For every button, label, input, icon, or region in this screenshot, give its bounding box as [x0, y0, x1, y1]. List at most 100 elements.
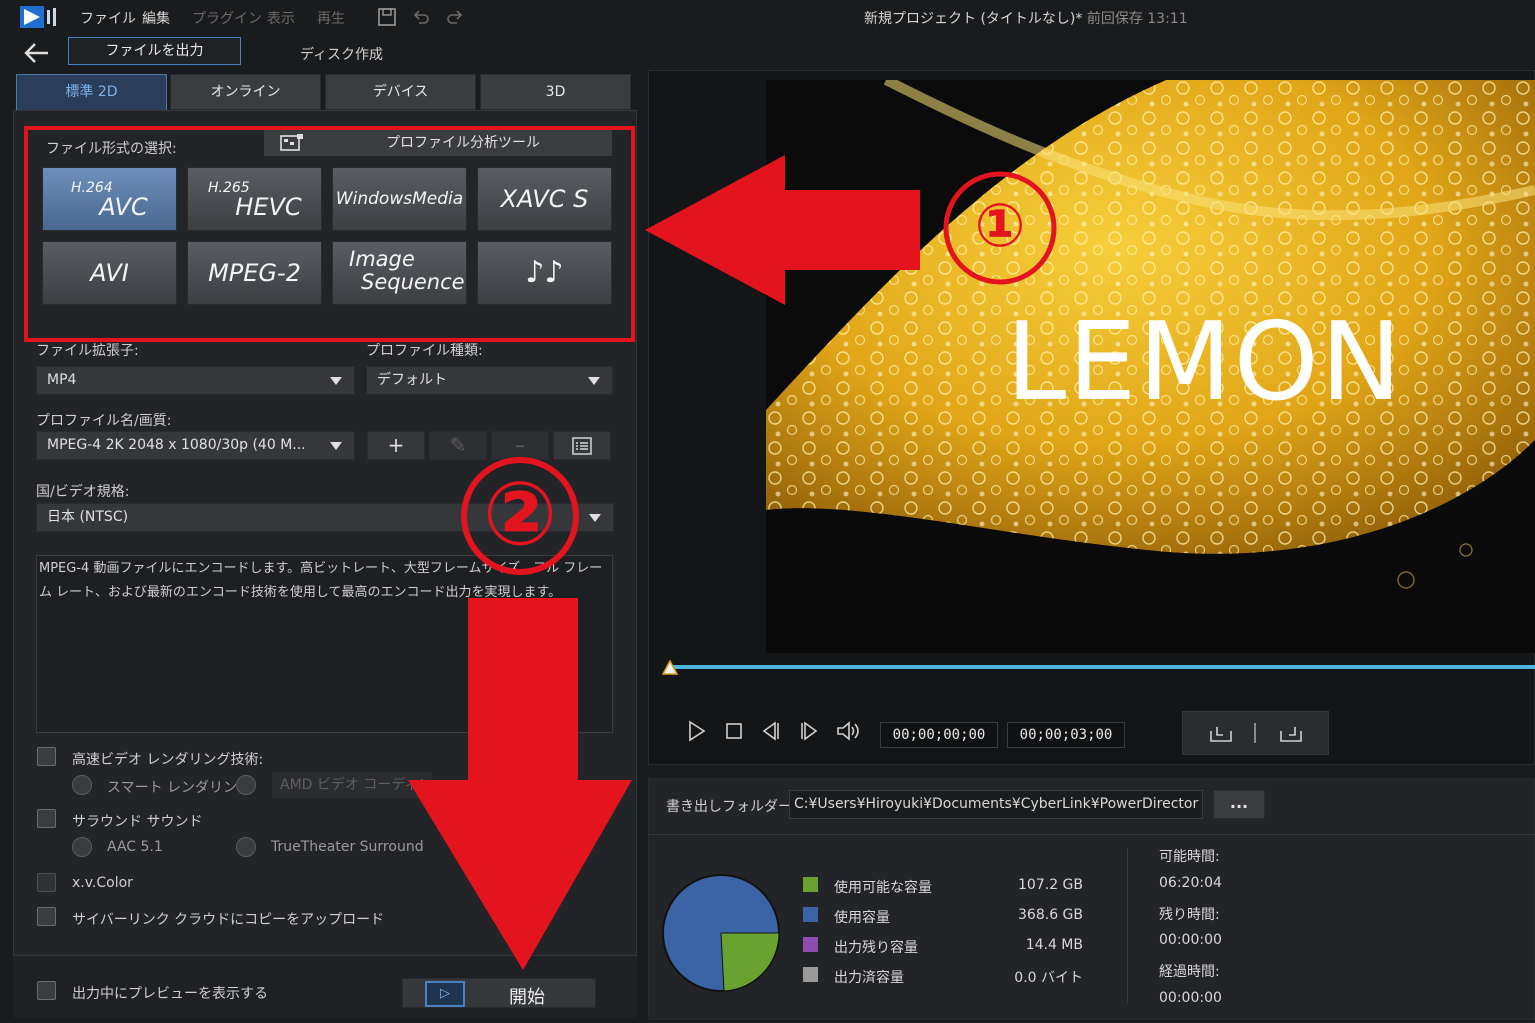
menu-plugins[interactable]: プラグイン — [192, 8, 262, 28]
profile-description: MPEG-4 動画ファイルにエンコードします。高ビットレート、大型フレームサイズ… — [36, 555, 613, 733]
disk-usage-pie — [662, 874, 780, 992]
pencil-icon: ✎ — [449, 433, 467, 457]
aac-radio[interactable] — [72, 837, 92, 857]
back-arrow-icon[interactable] — [22, 40, 52, 66]
tab-device[interactable]: デバイス — [325, 74, 476, 110]
previous-frame-icon[interactable] — [758, 720, 784, 746]
fast-render-checkbox[interactable] — [37, 747, 56, 766]
profile-name-value: MPEG-4 2K 2048 x 1080/30p (40 M... — [47, 437, 306, 453]
list-icon — [572, 437, 592, 455]
mark-in-icon[interactable] — [1207, 723, 1235, 745]
cloud-upload-checkbox[interactable] — [37, 907, 56, 926]
output-remaining-label: 出力残り容量 — [834, 940, 918, 956]
last-saved: 前回保存 13:11 — [1086, 11, 1188, 27]
film-play-icon: ▷ — [425, 981, 465, 1007]
profile-type-select[interactable]: デフォルト — [366, 366, 613, 395]
country-standard-label: 国/ビデオ規格: — [36, 484, 130, 500]
cloud-upload-label: サイバーリンク クラウドにコピーをアップロード — [72, 912, 385, 928]
chevron-down-icon — [588, 377, 600, 385]
output-remaining-value: 14.4 MB — [1025, 937, 1083, 953]
tab-standard-2d[interactable]: 標準 2D — [16, 74, 167, 110]
trim-controls — [1182, 711, 1329, 755]
xvcolor-label: x.v.Color — [72, 875, 133, 891]
profile-type-value: デフォルト — [377, 372, 447, 388]
used-space-swatch — [803, 907, 818, 922]
app-logo-icon — [20, 6, 56, 28]
available-time-value: 06:20:04 — [1159, 875, 1222, 891]
menu-view[interactable]: 表示 — [267, 8, 295, 28]
surround-sound-label: サラウンド サウンド — [72, 814, 203, 830]
output-divider — [648, 834, 1535, 835]
aac-label: AAC 5.1 — [107, 839, 163, 855]
output-remaining-swatch — [803, 937, 818, 952]
profile-name-select[interactable]: MPEG-4 2K 2048 x 1080/30p (40 M... — [36, 431, 355, 460]
plus-icon: + — [387, 433, 405, 457]
output-folder-field[interactable]: C:¥Users¥Hiroyuki¥Documents¥CyberLink¥Po… — [789, 790, 1203, 819]
elapsed-time-value: 00:00:00 — [1159, 990, 1222, 1006]
output-vertical-divider — [1127, 848, 1128, 1003]
output-done-label: 出力済容量 — [834, 970, 904, 986]
surround-sound-checkbox[interactable] — [37, 809, 56, 828]
profile-type-label: プロファイル種類: — [366, 343, 483, 359]
available-time-label: 可能時間: — [1159, 849, 1220, 865]
browse-folder-button[interactable]: ... — [1213, 790, 1265, 819]
truetheater-label: TrueTheater Surround — [271, 839, 424, 855]
annotation-marker-2: ② — [482, 466, 558, 565]
elapsed-time-label: 経過時間: — [1159, 964, 1220, 980]
output-folder-label: 書き出しフォルダー: — [666, 799, 797, 815]
current-timecode: 00;00;00;00 — [880, 722, 998, 748]
next-frame-icon[interactable] — [796, 720, 822, 746]
used-space-value: 368.6 GB — [1018, 907, 1083, 923]
tab-online[interactable]: オンライン — [170, 74, 321, 110]
output-file-mode-button[interactable]: ファイルを出力 — [68, 37, 241, 65]
available-space-value: 107.2 GB — [1018, 877, 1083, 893]
smart-render-radio[interactable] — [72, 775, 92, 795]
video-preview[interactable]: LEMON — [766, 80, 1535, 653]
truetheater-radio[interactable] — [236, 837, 256, 857]
output-done-value: 0.0 バイト — [1014, 970, 1083, 986]
stop-icon[interactable] — [721, 720, 747, 746]
disc-create-mode-button[interactable]: ディスク作成 — [300, 44, 383, 64]
window-title: 新規プロジェクト (タイトルなし)* 前回保存 13:11 — [864, 8, 1188, 28]
used-space-label: 使用容量 — [834, 910, 890, 926]
menu-file[interactable]: ファイル — [80, 8, 136, 28]
scrubber-handle-icon[interactable] — [662, 660, 678, 676]
volume-icon[interactable] — [836, 720, 862, 746]
start-button[interactable]: ▷ 開始 — [402, 978, 596, 1008]
available-space-label: 使用可能な容量 — [834, 880, 932, 896]
project-title: 新規プロジェクト (タイトルなし)* — [864, 11, 1083, 27]
video-overlay-text: LEMON — [1006, 300, 1404, 425]
edit-profile-button[interactable]: ✎ — [429, 431, 487, 460]
tab-3d[interactable]: 3D — [480, 74, 631, 110]
preview-timeline[interactable] — [670, 665, 1535, 669]
save-icon[interactable] — [377, 7, 397, 27]
remaining-time-value: 00:00:00 — [1159, 932, 1222, 948]
play-icon[interactable] — [683, 720, 709, 746]
menu-playback[interactable]: 再生 — [317, 8, 345, 28]
file-extension-value: MP4 — [47, 372, 77, 388]
file-extension-label: ファイル拡張子: — [36, 343, 139, 359]
amd-coding-radio[interactable] — [236, 775, 256, 795]
fast-render-label: 高速ビデオ レンダリング技術: — [72, 752, 264, 768]
output-done-swatch — [803, 967, 818, 982]
chevron-down-icon — [589, 514, 601, 522]
remove-profile-button[interactable]: – — [491, 431, 549, 460]
xvcolor-checkbox[interactable] — [37, 873, 56, 892]
add-profile-button[interactable]: + — [367, 431, 425, 460]
redo-icon[interactable] — [445, 7, 465, 27]
available-space-swatch — [803, 877, 818, 892]
preview-during-output-label: 出力中にプレビューを表示する — [72, 986, 268, 1002]
chevron-down-icon — [330, 377, 342, 385]
preview-during-output-checkbox[interactable] — [37, 981, 56, 1000]
annotation-marker-1: ① — [974, 191, 1026, 261]
profile-details-button[interactable] — [553, 431, 611, 460]
remaining-time-label: 残り時間: — [1159, 907, 1220, 923]
smart-render-label: スマート レンダリン... — [107, 780, 251, 796]
annotation-format-highlight-box — [24, 126, 635, 342]
menu-edit[interactable]: 編集 — [142, 8, 170, 28]
file-extension-select[interactable]: MP4 — [36, 366, 355, 395]
mark-out-icon[interactable] — [1277, 723, 1305, 745]
undo-icon[interactable] — [411, 7, 431, 27]
trim-divider — [1254, 723, 1256, 743]
profile-name-label: プロファイル名/画質: — [36, 413, 172, 429]
